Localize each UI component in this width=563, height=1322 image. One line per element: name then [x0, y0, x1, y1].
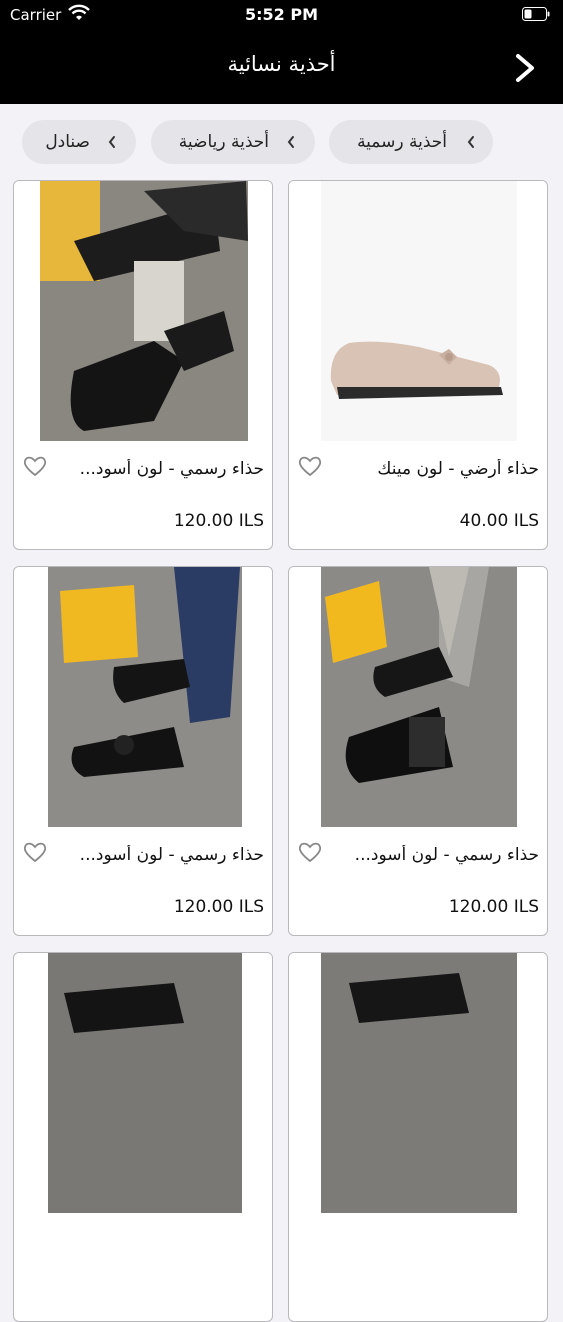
- heart-icon[interactable]: [22, 453, 48, 479]
- product-name: حذاء رسمي - لون أسود...: [79, 459, 264, 479]
- product-card[interactable]: [288, 952, 548, 1322]
- product-price: 40.00 ILS: [459, 511, 539, 531]
- product-price: 120.00 ILS: [448, 897, 539, 917]
- product-image: [14, 953, 272, 1213]
- product-image: [289, 181, 547, 441]
- clock: 5:52 PM: [244, 5, 318, 24]
- product-name: حذاء رسمي - لون أسود...: [79, 845, 264, 865]
- product-card[interactable]: حذاء رسمي - لون أسود... 120.00 ILS: [13, 566, 273, 936]
- category-chips: أحذية رسمية أحذية رياضية صنادل: [0, 104, 563, 176]
- product-name: حذاء رسمي - لون أسود...: [354, 845, 539, 865]
- product-image: [14, 567, 272, 827]
- product-card[interactable]: [13, 952, 273, 1322]
- battery-icon: [522, 7, 550, 21]
- chevron-left-icon: [287, 136, 294, 148]
- chevron-left-icon: [467, 136, 474, 148]
- nav-bar: أحذية نسائية: [0, 30, 563, 104]
- back-button[interactable]: [506, 48, 542, 88]
- product-card[interactable]: حذاء رسمي - لون أسود... 120.00 ILS: [288, 566, 548, 936]
- heart-icon[interactable]: [22, 839, 48, 865]
- product-image: [289, 953, 547, 1213]
- chevron-left-icon: [108, 136, 115, 148]
- chip-label: صنادل: [45, 132, 90, 152]
- product-name: حذاء أرضي - لون مينك: [377, 459, 539, 479]
- product-image: [14, 181, 272, 441]
- heart-icon[interactable]: [297, 839, 323, 865]
- chip-sandals[interactable]: صنادل: [22, 120, 136, 164]
- product-price: 120.00 ILS: [173, 897, 264, 917]
- chip-formal-shoes[interactable]: أحذية رسمية: [329, 120, 493, 164]
- chevron-right-icon: [516, 54, 534, 82]
- heart-icon[interactable]: [297, 453, 323, 479]
- chip-label: أحذية رسمية: [357, 132, 447, 152]
- chip-sport-shoes[interactable]: أحذية رياضية: [151, 120, 315, 164]
- product-card[interactable]: حذاء أرضي - لون مينك 40.00 ILS: [288, 180, 548, 550]
- page-title: أحذية نسائية: [227, 52, 336, 76]
- chip-label: أحذية رياضية: [178, 132, 269, 152]
- product-image: [289, 567, 547, 827]
- status-bar: Carrier 5:52 PM: [0, 0, 563, 30]
- product-card[interactable]: حذاء رسمي - لون أسود... 120.00 ILS: [13, 180, 273, 550]
- product-price: 120.00 ILS: [173, 511, 264, 531]
